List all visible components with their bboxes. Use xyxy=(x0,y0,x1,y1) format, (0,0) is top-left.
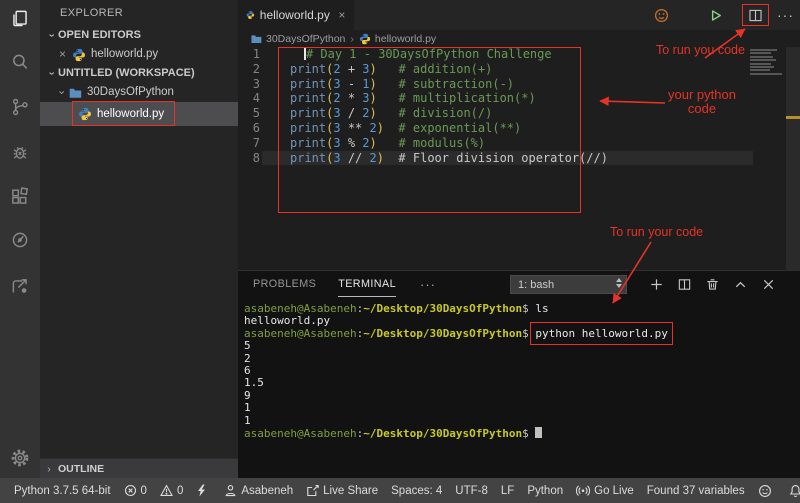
code-line[interactable]: 1 # Day 1 - 30DaysOfPython Challenge xyxy=(238,47,800,62)
tab-close-icon[interactable]: × xyxy=(338,8,346,22)
open-editors-section[interactable]: › OPEN EDITORS xyxy=(40,26,238,45)
terminal-prompt-line: asabeneh@Asabeneh:~/Desktop/30DaysOfPyth… xyxy=(244,328,800,340)
warning-count: 0 xyxy=(177,485,183,497)
chevron-right-icon: › xyxy=(40,463,58,475)
extensions-icon[interactable] xyxy=(8,185,32,209)
activity-bar xyxy=(0,0,40,478)
maximize-panel-icon[interactable] xyxy=(733,277,748,292)
tab-terminal[interactable]: TERMINAL xyxy=(338,271,396,297)
code-line[interactable]: 5print(3 / 2) # division(/) xyxy=(238,106,800,121)
error-count: 0 xyxy=(141,485,147,497)
go-live-status[interactable]: Go Live xyxy=(576,484,634,497)
python-file-icon xyxy=(359,33,371,45)
explorer-icon[interactable] xyxy=(8,6,32,30)
terminal-output-line: 5 xyxy=(244,340,800,352)
minimap[interactable] xyxy=(750,49,784,76)
editor-actions: ··· xyxy=(652,0,796,30)
terminal-output-line: 9 xyxy=(244,390,800,402)
code-line[interactable]: 4print(2 * 3) # multiplication(*) xyxy=(238,91,800,106)
python-file-icon xyxy=(72,48,86,62)
explorer-sidebar: EXPLORER › OPEN EDITORS × helloworld.py … xyxy=(40,0,238,478)
code-line[interactable]: 3print(3 - 1) # subtraction(-) xyxy=(238,77,800,92)
debug-icon[interactable] xyxy=(8,140,32,164)
terminal-output-line: 2 xyxy=(244,353,800,365)
outline-section[interactable]: › OUTLINE xyxy=(40,458,238,478)
vscode-window: EXPLORER › OPEN EDITORS × helloworld.py … xyxy=(0,0,800,503)
python-file-icon xyxy=(78,107,92,121)
user-status[interactable]: Asabeneh xyxy=(224,484,293,497)
code-line[interactable]: 2print(2 + 3) # addition(+) xyxy=(238,62,800,77)
close-icon[interactable]: × xyxy=(56,45,69,64)
warnings-status[interactable]: 0 xyxy=(160,484,183,497)
problems-status[interactable]: 0 xyxy=(124,484,147,497)
share-icon[interactable] xyxy=(8,275,32,299)
split-editor-icon[interactable] xyxy=(747,7,764,24)
run-button[interactable] xyxy=(706,6,725,25)
new-terminal-icon[interactable] xyxy=(649,277,664,292)
python-file-icon xyxy=(246,8,255,22)
split-terminal-icon[interactable] xyxy=(677,277,692,292)
eol-status[interactable]: LF xyxy=(501,485,514,497)
code-editor[interactable]: 1 # Day 1 - 30DaysOfPython Challenge2pri… xyxy=(238,47,800,270)
folder-item[interactable]: › 30DaysOfPython xyxy=(40,83,238,102)
terminal-output[interactable]: asabeneh@Asabeneh:~/Desktop/30DaysOfPyth… xyxy=(238,297,800,439)
encoding-status[interactable]: UTF-8 xyxy=(455,485,488,497)
breadcrumb[interactable]: 30DaysOfPython › helloworld.py xyxy=(238,30,800,47)
code-line[interactable]: 8print(3 // 2) # Floor division operator… xyxy=(238,151,800,166)
tab-problems[interactable]: PROBLEMS xyxy=(253,271,316,297)
chevron-down-icon: › xyxy=(44,64,58,83)
select-spinner-icon xyxy=(616,278,622,288)
editor-scrollbar[interactable] xyxy=(786,47,800,270)
scrollbar-mark xyxy=(786,116,800,119)
lightning-icon[interactable] xyxy=(196,484,211,497)
smiley-extension-icon[interactable] xyxy=(652,6,671,25)
close-panel-icon[interactable] xyxy=(761,277,776,292)
workspace-section[interactable]: › UNTITLED (WORKSPACE) xyxy=(40,64,238,83)
tab-helloworld[interactable]: helloworld.py × xyxy=(238,0,354,30)
terminal-panel: PROBLEMS TERMINAL ··· 1: bash asabeneh@A… xyxy=(238,270,800,478)
terminal-prompt-line: asabeneh@Asabeneh:~/Desktop/30DaysOfPyth… xyxy=(244,427,800,439)
terminal-output-line: 6 xyxy=(244,365,800,377)
folder-icon xyxy=(250,33,262,45)
panel-actions xyxy=(649,271,776,297)
code-line[interactable]: 6print(3 ** 2) # exponential(**) xyxy=(238,121,800,136)
terminal-output-line: 1 xyxy=(244,402,800,414)
terminal-output-line: 1 xyxy=(244,415,800,427)
spaces-status[interactable]: Spaces: 4 xyxy=(391,485,442,497)
file-item-selected[interactable]: helloworld.py xyxy=(40,102,238,126)
feedback-smiley-icon[interactable] xyxy=(758,484,776,498)
open-editor-item[interactable]: × helloworld.py xyxy=(40,45,238,64)
shell-select[interactable]: 1: bash xyxy=(510,275,627,294)
live-share-status[interactable]: Live Share xyxy=(306,484,378,497)
chevron-down-icon: › xyxy=(44,26,58,45)
more-actions-icon[interactable]: ··· xyxy=(777,7,794,23)
variables-status[interactable]: Found 37 variables xyxy=(647,485,745,497)
code-lines: 1 # Day 1 - 30DaysOfPython Challenge2pri… xyxy=(238,47,800,165)
sidebar-title: EXPLORER xyxy=(40,0,238,26)
breadcrumb-separator: › xyxy=(350,33,354,45)
code-line[interactable]: 7print(3 % 2) # modulus(%) xyxy=(238,136,800,151)
source-control-icon[interactable] xyxy=(8,95,32,119)
settings-gear-icon[interactable] xyxy=(8,446,32,470)
kill-terminal-icon[interactable] xyxy=(705,277,720,292)
python-version-status[interactable]: Python 3.7.5 64-bit xyxy=(14,485,111,497)
chevron-down-icon: › xyxy=(54,83,68,102)
panel-more-icon[interactable]: ··· xyxy=(420,277,436,292)
status-bar: Python 3.7.5 64-bit 0 0 Asabeneh Live Sh… xyxy=(0,478,800,503)
search-icon[interactable] xyxy=(8,50,32,74)
notifications-bell[interactable]: 1 xyxy=(789,484,800,498)
terminal-output-line: 1.5 xyxy=(244,377,800,389)
panel-header: PROBLEMS TERMINAL ··· 1: bash xyxy=(238,271,800,297)
time-icon[interactable] xyxy=(8,228,32,252)
editor-region: helloworld.py × ··· 30DaysOfPython › hel… xyxy=(238,0,800,478)
tab-bar: helloworld.py × ··· xyxy=(238,0,800,30)
language-status[interactable]: Python xyxy=(527,485,563,497)
